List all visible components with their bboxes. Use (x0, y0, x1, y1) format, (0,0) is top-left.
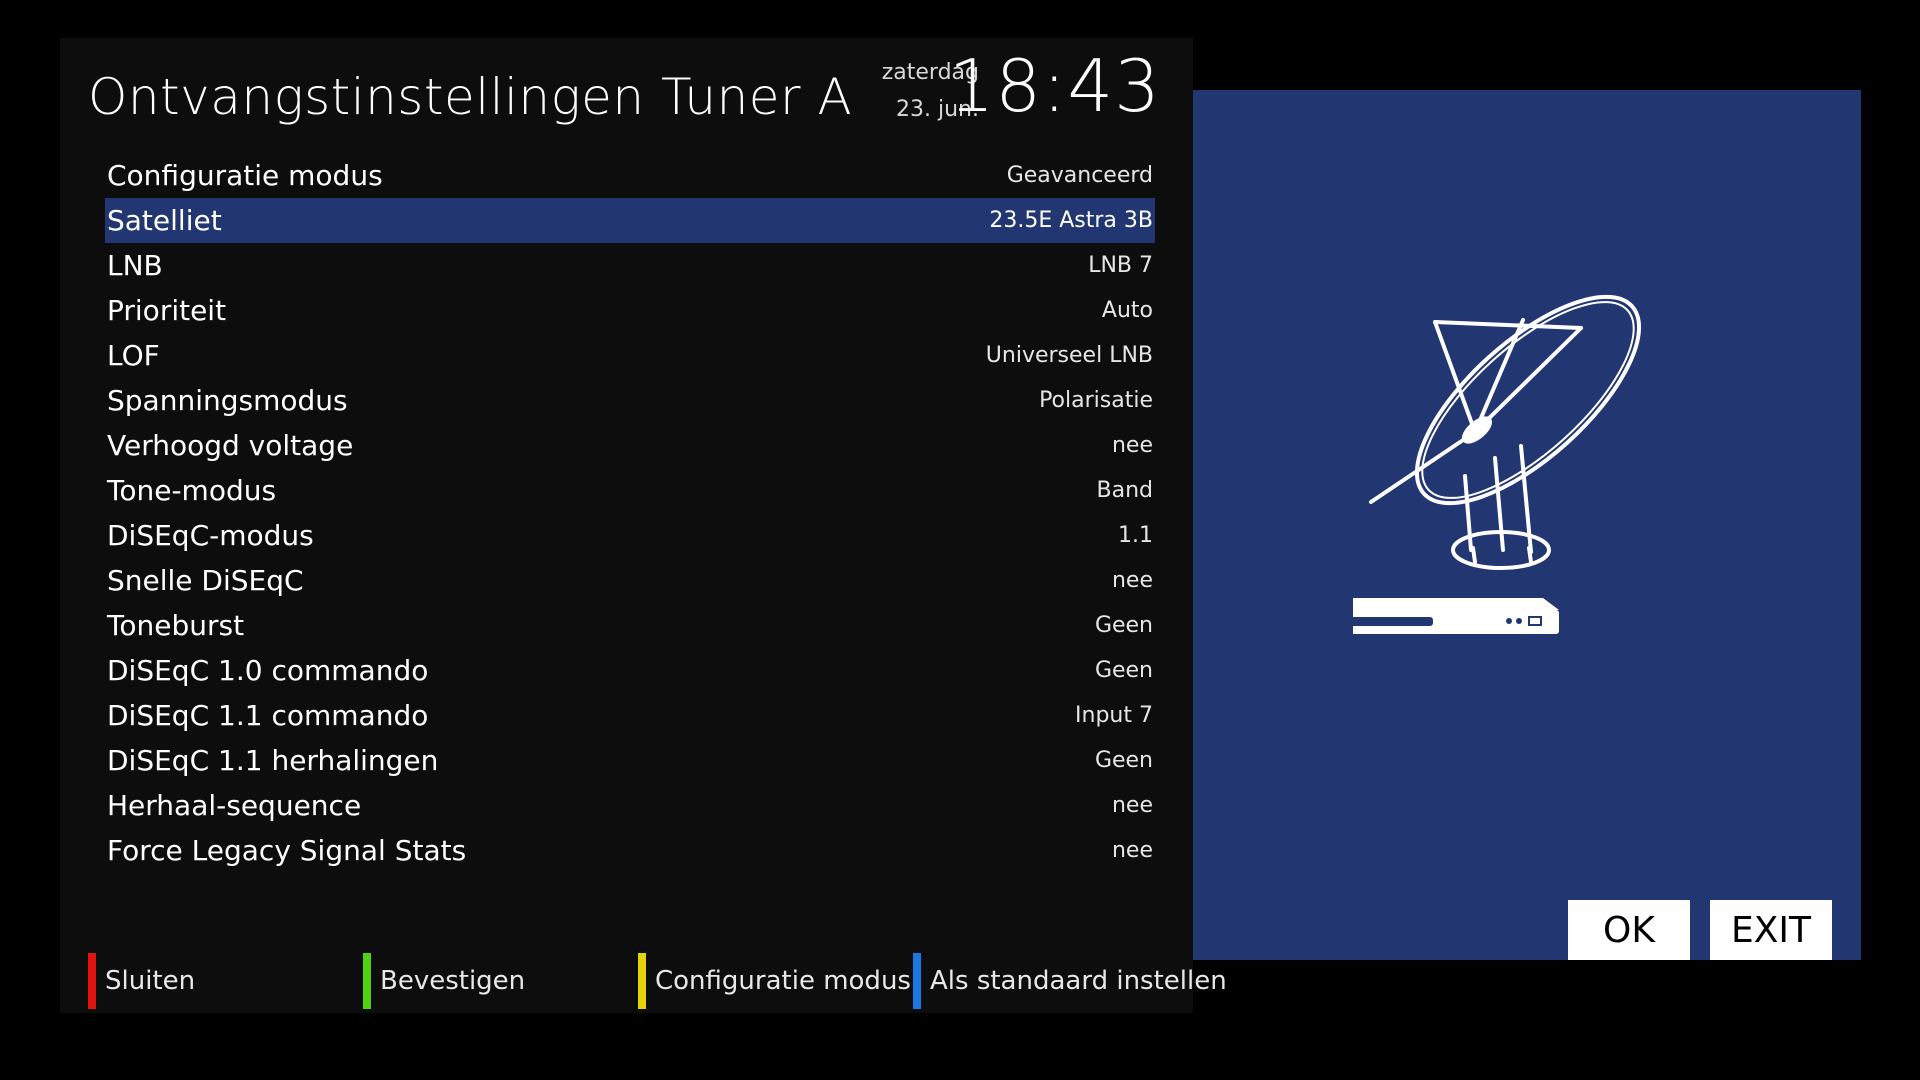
setting-row-diseqc-11-herhalingen[interactable]: DiSEqC 1.1 herhalingen Geen (105, 738, 1155, 783)
green-key-indicator (363, 953, 371, 1009)
setting-value: 23.5E Astra 3B (989, 208, 1153, 233)
setting-label: Spanningsmodus (107, 384, 348, 417)
setting-label: LNB (107, 249, 163, 282)
red-key-label: Sluiten (105, 966, 196, 996)
setting-value: Geavanceerd (1006, 163, 1153, 188)
setting-label: Configuratie modus (107, 159, 383, 192)
setting-row-herhaal-sequence[interactable]: Herhaal-sequence nee (105, 783, 1155, 828)
setting-value: nee (1111, 433, 1153, 458)
setting-row-diseqc-modus[interactable]: DiSEqC-modus 1.1 (105, 513, 1155, 558)
yellow-key-label: Configuratie modus (655, 966, 911, 996)
setting-label: DiSEqC 1.0 commando (107, 654, 429, 687)
setting-label: Satelliet (107, 204, 222, 237)
setting-row-spanningsmodus[interactable]: Spanningsmodus Polarisatie (105, 378, 1155, 423)
setting-value: Geen (1094, 613, 1153, 638)
red-key-button[interactable]: Sluiten (88, 953, 195, 1009)
setting-label: Snelle DiSEqC (107, 564, 304, 597)
setting-row-diseqc-10-commando[interactable]: DiSEqC 1.0 commando Geen (105, 648, 1155, 693)
satellite-dish-receiver-icon (1353, 294, 1642, 634)
red-key-indicator (88, 953, 96, 1009)
setting-row-lof[interactable]: LOF Universeel LNB (105, 333, 1155, 378)
setting-value: Geen (1094, 658, 1153, 683)
setting-value: Polarisatie (1039, 388, 1153, 413)
setting-label: Force Legacy Signal Stats (107, 834, 467, 867)
setting-label: Herhaal-sequence (107, 789, 362, 822)
blue-key-indicator (913, 953, 921, 1009)
settings-panel: Ontvangstinstellingen Tuner A zaterdag 2… (60, 38, 1227, 1013)
setting-value: Input 7 (1075, 703, 1153, 728)
yellow-key-indicator (638, 953, 646, 1009)
setting-label: Toneburst (107, 609, 245, 642)
setting-value: nee (1111, 793, 1153, 818)
blue-key-button[interactable]: Als standaard instellen (913, 953, 1227, 1009)
setting-row-verhoogd-voltage[interactable]: Verhoogd voltage nee (105, 423, 1155, 468)
setting-value: Universeel LNB (985, 343, 1153, 368)
setting-label: LOF (107, 339, 160, 372)
setting-value: Geen (1094, 748, 1153, 773)
settings-list: Configuratie modus Geavanceerd Satelliet 2… (105, 153, 1155, 873)
color-key-bar: Sluiten Bevestigen Configuratie modus Al… (88, 953, 1227, 1009)
setting-row-satelliet[interactable]: Satelliet 23.5E Astra 3B (105, 198, 1155, 243)
setting-row-prioriteit[interactable]: Prioriteit Auto (105, 288, 1155, 333)
clock-time: 18:43 (948, 44, 1161, 128)
side-info-panel: OK EXIT (1193, 90, 1861, 960)
setting-label: Tone-modus (107, 474, 277, 507)
setting-row-toneburst[interactable]: Toneburst Geen (105, 603, 1155, 648)
green-key-button[interactable]: Bevestigen (363, 953, 525, 1009)
setting-label: DiSEqC 1.1 commando (107, 699, 429, 732)
setting-row-snelle-diseqc[interactable]: Snelle DiSEqC nee (105, 558, 1155, 603)
setting-label: DiSEqC 1.1 herhalingen (107, 744, 439, 777)
setting-value: LNB 7 (1088, 253, 1153, 278)
exit-button[interactable]: EXIT (1710, 900, 1832, 960)
setting-value: 1.1 (1118, 523, 1153, 548)
setting-label: Verhoogd voltage (107, 429, 354, 462)
setting-row-lnb[interactable]: LNB LNB 7 (105, 243, 1155, 288)
setting-row-force-legacy-signal-stats[interactable]: Force Legacy Signal Stats nee (105, 828, 1155, 873)
setting-value: Auto (1101, 298, 1153, 323)
setting-label: DiSEqC-modus (107, 519, 314, 552)
setting-row-tone-modus[interactable]: Tone-modus Band (105, 468, 1155, 513)
setting-row-diseqc-11-commando[interactable]: DiSEqC 1.1 commando Input 7 (105, 693, 1155, 738)
blue-key-label: Als standaard instellen (930, 966, 1227, 996)
green-key-label: Bevestigen (380, 966, 526, 996)
page-title: Ontvangstinstellingen Tuner A (88, 68, 853, 126)
yellow-key-button[interactable]: Configuratie modus (638, 953, 911, 1009)
setting-row-configuratie-modus[interactable]: Configuratie modus Geavanceerd (105, 153, 1155, 198)
setting-label: Prioriteit (107, 294, 227, 327)
setting-value: nee (1111, 838, 1153, 863)
setting-value: Band (1096, 478, 1153, 503)
ok-button[interactable]: OK (1568, 900, 1690, 960)
setting-value: nee (1111, 568, 1153, 593)
